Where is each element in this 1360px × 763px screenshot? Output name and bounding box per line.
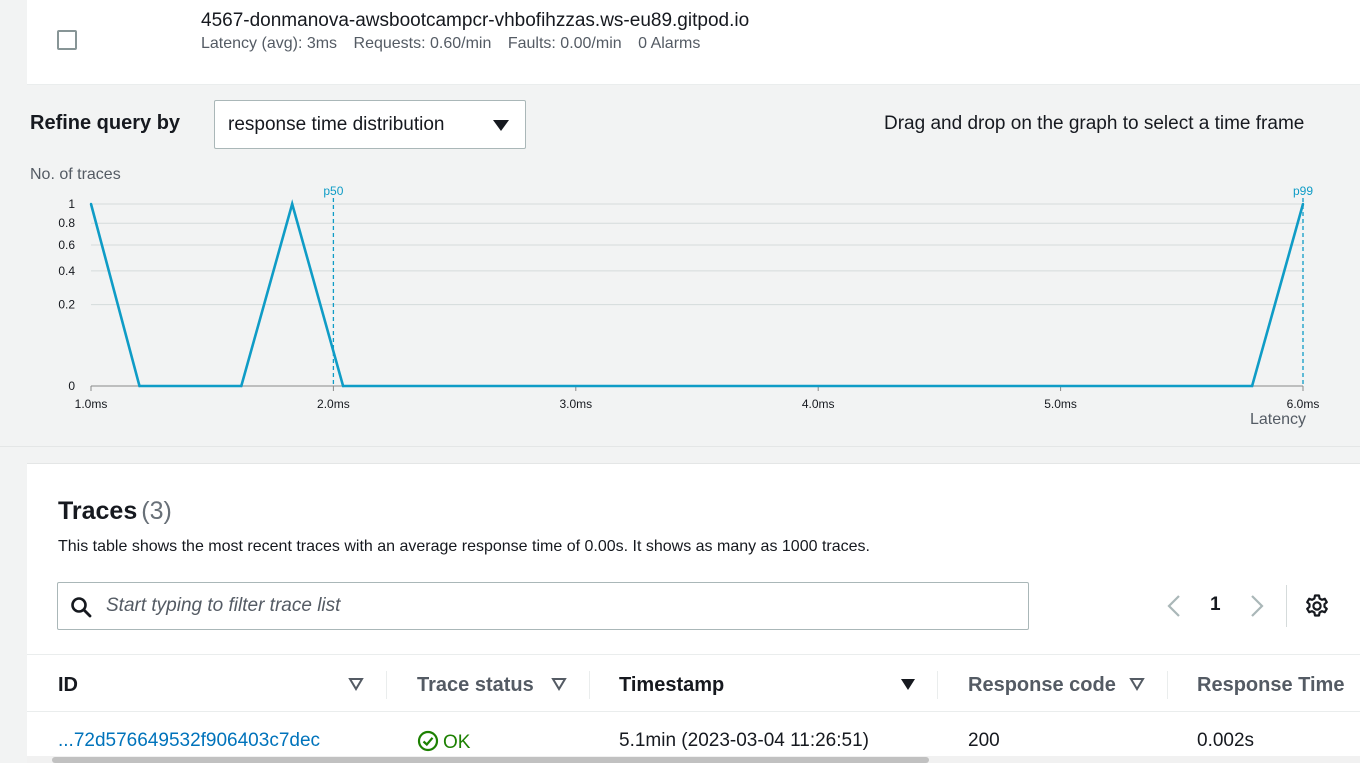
chart-data-point [341, 384, 345, 388]
traces-title: Traces [58, 497, 138, 525]
chart-x-tick-label: 5.0ms [1044, 397, 1077, 411]
service-faults: Faults: 0.00/min [507, 35, 622, 52]
service-row: 4567-donmanova-awsbootcampcr-vhbofihzzas… [27, 0, 1360, 85]
trace-status: OK [417, 730, 470, 754]
traces-count: (3) [141, 497, 172, 525]
caret-down-icon [493, 120, 509, 131]
pager-separator [1286, 585, 1287, 627]
refine-query-select[interactable]: response time distribution [214, 100, 526, 149]
column-separator [937, 671, 938, 699]
column-header-status[interactable]: Trace status [417, 674, 534, 697]
pagination-current-page[interactable]: 1 [1210, 594, 1221, 616]
refine-query-value: response time distribution [228, 113, 445, 135]
drag-hint: Drag and drop on the graph to select a t… [884, 113, 1305, 134]
chart-x-axis-label: Latency [1250, 411, 1306, 428]
column-header-timestamp[interactable]: Timestamp [619, 674, 724, 697]
sort-desc-icon[interactable] [900, 677, 916, 691]
refine-query-label: Refine query by [30, 112, 181, 134]
sort-outline-icon[interactable] [551, 677, 567, 691]
trace-table-header: ID Trace status Timestamp Response code … [27, 654, 1360, 712]
traces-heading: Traces (3) [58, 497, 172, 526]
chart-x-tick-label: 1.0ms [75, 397, 108, 411]
chevron-left-icon[interactable] [1164, 592, 1184, 620]
trace-timestamp: 5.1min (2023-03-04 11:26:51) [619, 730, 869, 751]
chart-y-tick-label: 0.6 [58, 238, 75, 252]
trace-status-label: OK [443, 732, 471, 753]
chart-percentile-label: p50 [323, 184, 343, 198]
service-metrics: Latency (avg): 3ms Requests: 0.60/min Fa… [201, 35, 712, 53]
traces-description: This table shows the most recent traces … [58, 538, 870, 555]
service-alarms: 0 Alarms [638, 35, 701, 52]
column-separator [386, 671, 387, 699]
chart-percentile-label: p99 [1293, 184, 1313, 198]
column-header-id[interactable]: ID [58, 674, 78, 697]
sort-outline-icon[interactable] [1129, 677, 1145, 691]
trace-id-link[interactable]: ...72d576649532f906403c7dec [58, 730, 320, 752]
chart-data-point [290, 202, 294, 206]
trace-filter-box[interactable] [57, 582, 1029, 630]
column-separator [1167, 671, 1168, 699]
chart-x-tick-label: 6.0ms [1287, 397, 1320, 411]
column-header-response-time[interactable]: Response Time [1197, 674, 1344, 697]
column-header-response-code[interactable]: Response code [968, 674, 1116, 697]
chart-y-tick-label: 0.2 [58, 298, 75, 312]
service-requests: Requests: 0.60/min [353, 35, 492, 52]
chart-x-tick-label: 2.0ms [317, 397, 350, 411]
service-name[interactable]: 4567-donmanova-awsbootcampcr-vhbofihzzas… [201, 10, 749, 32]
chart-data-point [240, 384, 243, 388]
chart-data-point [89, 202, 93, 206]
page: 4567-donmanova-awsbootcampcr-vhbofihzzas… [0, 0, 1360, 763]
trace-response-code: 200 [968, 730, 1000, 751]
chart-x-tick-label: 3.0ms [559, 397, 592, 411]
sort-outline-icon[interactable] [348, 677, 364, 691]
traces-panel: Traces (3) This table shows the most rece… [27, 463, 1360, 763]
check-circle-icon [417, 730, 439, 752]
chevron-right-icon[interactable] [1247, 592, 1267, 620]
search-icon [71, 597, 92, 618]
chart-svg[interactable]: 0 0.2 0.4 0.6 0.8 1 1.0ms 2.0ms 3.0ms 4.0ms 5.0ms 6… [0, 160, 1360, 445]
gear-icon[interactable] [1304, 593, 1330, 619]
service-latency: Latency (avg): 3ms [201, 35, 338, 52]
chart-data-point [1250, 384, 1254, 388]
trace-response-time: 0.002s [1197, 730, 1255, 751]
column-separator [589, 671, 590, 699]
chart-y-tick-label: 0.4 [58, 264, 75, 278]
response-time-chart[interactable]: No. of traces 0 0.2 0.4 0.6 0.8 1 1.0ms 2.0ms 3.… [0, 160, 1360, 445]
trace-filter-input[interactable] [106, 591, 1006, 621]
chart-y-tick-label: 0 [68, 379, 75, 393]
service-checkbox[interactable] [57, 30, 77, 50]
chart-x-tick-label: 4.0ms [802, 397, 835, 411]
chart-data-point [138, 384, 141, 388]
chart-y-tick-label: 0.8 [58, 216, 75, 230]
chart-series-line [89, 199, 1305, 388]
chart-data-point [1301, 202, 1305, 206]
horizontal-scrollbar-thumb[interactable] [52, 757, 929, 763]
chart-y-tick-label: 1 [68, 197, 75, 211]
section-divider [0, 446, 1360, 447]
